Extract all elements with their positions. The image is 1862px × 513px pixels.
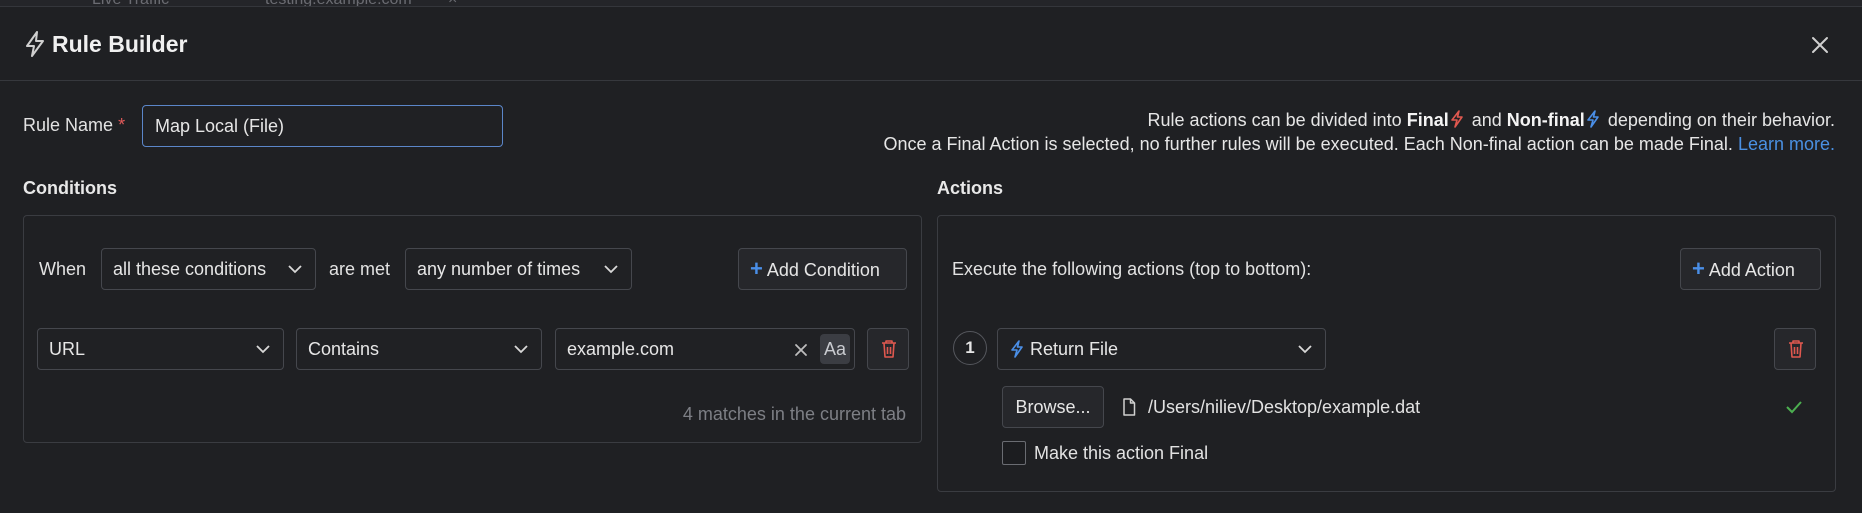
action-type-value: Return File	[1030, 339, 1119, 359]
trash-icon	[882, 340, 896, 358]
when-label: When	[39, 259, 87, 279]
action-index-badge: 1	[953, 331, 987, 365]
add-condition-button[interactable]: + Add Condition	[738, 248, 907, 290]
nonfinal-bolt-icon	[1586, 110, 1599, 128]
matches-count: 4 matches in the current tab	[682, 404, 906, 424]
match-mode-select[interactable]: all these conditions	[101, 248, 316, 290]
condition-field-value: URL	[49, 339, 86, 359]
add-condition-label: Add Condition	[766, 260, 880, 280]
info-line-1: Rule actions can be divided into Final a…	[883, 108, 1835, 132]
make-final-label: Make this action Final	[1034, 443, 1209, 463]
browse-button[interactable]: Browse...	[1002, 386, 1104, 428]
final-bolt-icon	[1450, 110, 1463, 128]
learn-more-link[interactable]: Learn more.	[1738, 134, 1835, 154]
condition-operator-value: Contains	[308, 339, 380, 359]
add-action-label: Add Action	[1708, 260, 1795, 280]
condition-operator-select[interactable]: Contains	[296, 328, 542, 370]
final-label: Final	[1406, 110, 1449, 130]
chevron-down-icon	[604, 265, 618, 274]
dialog-title: Rule Builder	[52, 31, 188, 57]
info-and: and	[1471, 110, 1502, 130]
action-type-select[interactable]: Return File	[997, 328, 1326, 370]
conditions-panel: When all these conditions are met any nu…	[23, 215, 922, 443]
add-action-button[interactable]: + Add Action	[1680, 248, 1821, 290]
clear-icon[interactable]	[794, 343, 808, 357]
delete-condition-button[interactable]	[867, 328, 909, 370]
close-icon[interactable]	[1808, 33, 1832, 57]
nonfinal-bolt-icon	[1011, 340, 1023, 358]
chevron-down-icon	[1298, 345, 1312, 354]
final-actions-info: Rule actions can be divided into Final a…	[883, 108, 1835, 156]
bolt-icon	[26, 31, 44, 57]
case-sensitive-toggle[interactable]: Aa	[820, 334, 850, 364]
chevron-down-icon	[256, 345, 270, 354]
info-prefix: Rule actions can be divided into	[1147, 110, 1402, 130]
condition-value-input[interactable]: example.com Aa	[555, 328, 855, 370]
info-line-2-text: Once a Final Action is selected, no furt…	[883, 134, 1733, 154]
nonfinal-label: Non-final	[1506, 110, 1585, 130]
actions-panel: Execute the following actions (top to bo…	[937, 215, 1836, 492]
frequency-value: any number of times	[417, 259, 581, 279]
frequency-select[interactable]: any number of times	[405, 248, 632, 290]
plus-icon: +	[750, 256, 763, 281]
chevron-down-icon	[514, 345, 528, 354]
conditions-title: Conditions	[23, 178, 117, 198]
checkmark-icon	[1786, 401, 1802, 414]
rule-name-label: Rule Name *	[23, 115, 125, 136]
file-icon	[1123, 398, 1136, 416]
make-final-checkbox[interactable]	[1002, 441, 1026, 465]
file-path: /Users/niliev/Desktop/example.dat	[1148, 397, 1421, 417]
dialog-header: Rule Builder	[0, 7, 1862, 81]
info-line-2: Once a Final Action is selected, no furt…	[883, 132, 1835, 156]
delete-action-button[interactable]	[1774, 328, 1816, 370]
are-met-label: are met	[329, 259, 391, 279]
actions-title: Actions	[937, 178, 1004, 198]
info-suffix: depending on their behavior.	[1607, 110, 1835, 130]
chevron-down-icon	[288, 265, 302, 274]
rule-name-label-text: Rule Name	[23, 115, 114, 135]
match-mode-value: all these conditions	[113, 259, 267, 279]
rule-name-input[interactable]	[142, 105, 503, 147]
condition-value-text: example.com	[567, 339, 675, 359]
actions-intro: Execute the following actions (top to bo…	[952, 259, 1312, 279]
plus-icon: +	[1692, 256, 1705, 281]
trash-icon	[1789, 340, 1803, 358]
rule-builder-dialog: Rule Builder Rule Name * Rule actions ca…	[0, 6, 1862, 513]
condition-field-select[interactable]: URL	[37, 328, 284, 370]
required-mark: *	[118, 115, 126, 135]
